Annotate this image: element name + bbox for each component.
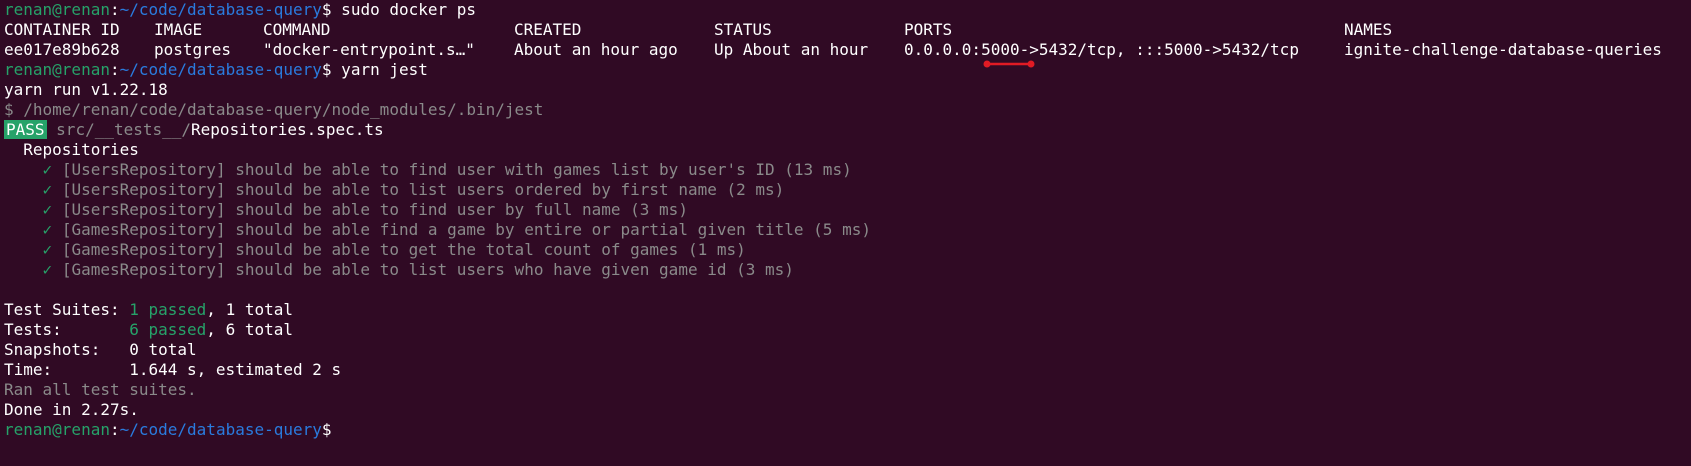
command-text: yarn jest — [331, 60, 428, 79]
test-result-text: [UsersRepository] should be able to find… — [61, 160, 852, 179]
prompt-path: ~/code/database-query — [119, 60, 322, 79]
docker-ps-header: CONTAINER ID IMAGE COMMAND CREATED STATU… — [4, 20, 1691, 40]
spec-dir: src/__tests__/ — [56, 120, 192, 139]
prompt-symbol: $ — [321, 420, 332, 439]
header-command: COMMAND — [263, 20, 331, 39]
test-result-item: ✓ [UsersRepository] should be able to li… — [4, 180, 1691, 200]
command-text: sudo docker ps — [331, 0, 477, 19]
test-result-text: [GamesRepository] should be able find a … — [61, 220, 871, 239]
cell-status: Up About an hour — [714, 40, 869, 59]
cell-names: ignite-challenge-database-queries — [1344, 40, 1662, 59]
yarn-version-line: yarn run v1.22.18 — [4, 80, 168, 99]
check-icon: ✓ — [42, 240, 53, 259]
suite-name: Repositories — [23, 140, 139, 159]
prompt-line-current[interactable]: renan@renan:~/code/database-query$ — [4, 420, 1691, 440]
summary-test-suites: Test Suites: 1 passed, 1 total — [4, 300, 293, 319]
cell-command: "docker-entrypoint.s…" — [263, 40, 475, 59]
spec-file: Repositories.spec.ts — [191, 120, 384, 139]
test-result-item: ✓ [GamesRepository] should be able find … — [4, 220, 1691, 240]
suites-passed: 1 passed — [129, 300, 207, 319]
test-result-text: [GamesRepository] should be able to list… — [61, 260, 794, 279]
summary-snapshots: Snapshots: 0 total — [4, 340, 197, 359]
cell-container-id: ee017e89b628 — [4, 40, 120, 59]
prompt-separator: : — [109, 0, 120, 19]
prompt-path: ~/code/database-query — [119, 420, 322, 439]
prompt-user-host: renan@renan — [4, 0, 110, 19]
prompt-separator: : — [109, 60, 120, 79]
header-image: IMAGE — [154, 20, 203, 39]
prompt-line: renan@renan:~/code/database-query$ yarn … — [4, 60, 1691, 80]
test-result-item: ✓ [UsersRepository] should be able to fi… — [4, 160, 1691, 180]
cell-ports: 0.0.0.0:5000->5432/tcp, :::5000->5432/tc… — [904, 40, 1299, 59]
summary-tests: Tests: 6 passed, 6 total — [4, 320, 293, 339]
done-line: Done in 2.27s. — [4, 400, 139, 419]
test-result-text: [UsersRepository] should be able to find… — [61, 200, 688, 219]
prompt-user-host: renan@renan — [4, 60, 110, 79]
header-ports: PORTS — [904, 20, 953, 39]
test-result-item: ✓ [GamesRepository] should be able to li… — [4, 260, 1691, 280]
check-icon: ✓ — [42, 260, 53, 279]
check-icon: ✓ — [42, 180, 53, 199]
test-result-text: [GamesRepository] should be able to get … — [61, 240, 746, 259]
header-container-id: CONTAINER ID — [4, 20, 120, 39]
check-icon: ✓ — [42, 220, 53, 239]
tests-passed: 6 passed — [129, 320, 207, 339]
cell-created: About an hour ago — [514, 40, 678, 59]
prompt-path: ~/code/database-query — [119, 0, 322, 19]
prompt-symbol: $ — [321, 0, 332, 19]
header-names: NAMES — [1344, 20, 1393, 39]
terminal-window[interactable]: renan@renan:~/code/database-query$ sudo … — [0, 0, 1691, 466]
prompt-line: renan@renan:~/code/database-query$ sudo … — [4, 0, 1691, 20]
header-status: STATUS — [714, 20, 772, 39]
cell-image: postgres — [154, 40, 232, 59]
docker-ps-row: ee017e89b628 postgres "docker-entrypoint… — [4, 40, 1691, 60]
header-created: CREATED — [514, 20, 582, 39]
jest-bin-line: $ /home/renan/code/database-query/node_m… — [4, 100, 544, 119]
test-result-item: ✓ [UsersRepository] should be able to fi… — [4, 200, 1691, 220]
prompt-symbol: $ — [321, 60, 332, 79]
test-result-text: [UsersRepository] should be able to list… — [61, 180, 785, 199]
red-underline-annotation — [983, 60, 1035, 68]
pass-badge: PASS — [4, 120, 47, 139]
prompt-separator: : — [109, 420, 120, 439]
check-icon: ✓ — [42, 200, 53, 219]
prompt-user-host: renan@renan — [4, 420, 110, 439]
summary-time: Time: 1.644 s, estimated 2 s — [4, 360, 342, 379]
test-result-item: ✓ [GamesRepository] should be able to ge… — [4, 240, 1691, 260]
check-icon: ✓ — [42, 160, 53, 179]
ran-all-line: Ran all test suites. — [4, 380, 197, 399]
pass-line: PASS src/__tests__/Repositories.spec.ts — [4, 120, 1691, 140]
